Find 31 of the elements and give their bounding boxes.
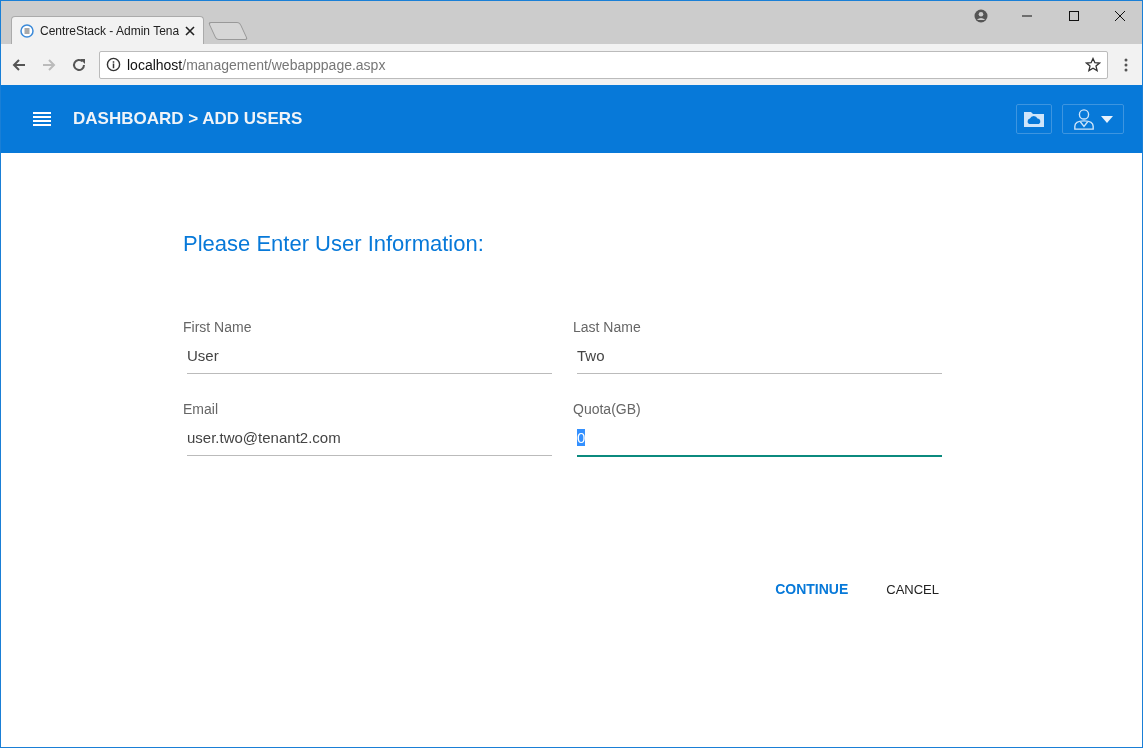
user-menu-button[interactable] (1062, 104, 1124, 134)
star-icon[interactable] (1085, 56, 1101, 73)
close-tab-icon[interactable] (185, 25, 196, 36)
user-icon (1073, 108, 1095, 130)
breadcrumb-title: DASHBOARD > ADD USERS (73, 109, 303, 129)
field-label: Last Name (573, 319, 642, 335)
cancel-button[interactable]: CANCEL (878, 577, 947, 601)
tab-title: CentreStack - Admin Tena (40, 23, 180, 38)
input-field[interactable]: Two (577, 347, 942, 374)
form-heading: Please Enter User Information: (183, 231, 485, 257)
field-label: First Name (183, 319, 253, 335)
cloud-folder-icon (1023, 110, 1045, 128)
back-icon[interactable] (11, 56, 27, 73)
maximize-icon[interactable] (1068, 10, 1080, 22)
address-bar[interactable]: localhost/management/webapppage.aspx (99, 50, 1108, 79)
input-field[interactable]: user.two@tenant2.com (187, 429, 552, 456)
reload-icon[interactable] (71, 56, 87, 73)
close-icon[interactable] (1114, 10, 1126, 22)
more-options-icon[interactable] (1124, 56, 1128, 73)
continue-button[interactable]: CONTINUE (767, 577, 857, 601)
info-icon[interactable] (106, 57, 121, 72)
page-icon (20, 23, 34, 38)
menu-icon[interactable] (33, 111, 51, 127)
url-text: localhost/management/webapppage.aspx (127, 56, 387, 73)
field-label: Quota(GB) (573, 401, 642, 417)
field-label: Email (183, 401, 219, 417)
cloud-folder-button[interactable] (1016, 104, 1052, 134)
caret-icon (1101, 115, 1113, 123)
browser-tab[interactable]: CentreStack - Admin Tena (11, 16, 205, 44)
input-field[interactable]: User (187, 347, 552, 374)
profile-icon[interactable] (974, 9, 988, 23)
